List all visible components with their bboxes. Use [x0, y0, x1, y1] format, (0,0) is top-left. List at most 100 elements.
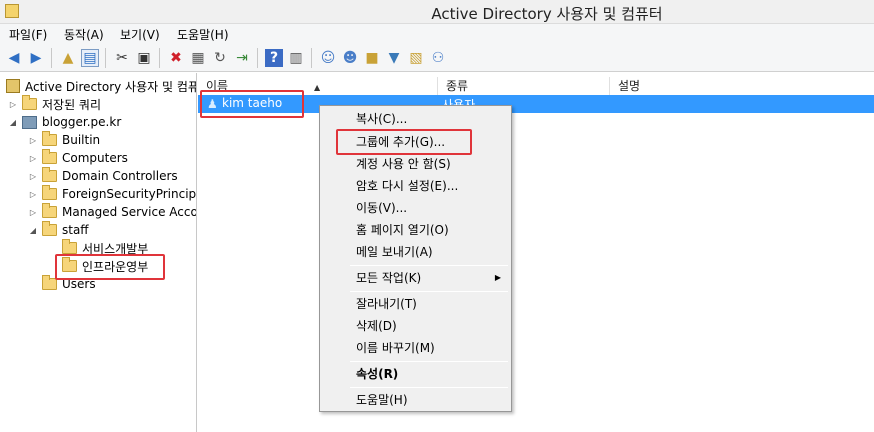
- expand-icon[interactable]: ▷: [28, 172, 38, 181]
- details-list: 이름 ▲ 종류 설명 ♟ kim taeho 사용자: [198, 73, 874, 432]
- folder-icon: [42, 275, 57, 290]
- new-group-icon[interactable]: ☻: [341, 49, 359, 67]
- window-title: Active Directory 사용자 및 컴퓨터: [431, 5, 663, 23]
- menu-separator: [350, 387, 508, 388]
- tree-item-builtin[interactable]: ▷ Builtin: [28, 131, 100, 149]
- copy-icon[interactable]: ▣: [135, 49, 153, 67]
- filter-icon[interactable]: ▼: [385, 49, 403, 67]
- expand-icon[interactable]: ▷: [28, 136, 38, 145]
- active-directory-icon: [6, 79, 20, 93]
- user-icon: ♟: [207, 97, 218, 111]
- context-menu: 복사(C)... 그룹에 추가(G)... 계정 사용 안 함(S) 암호 다시…: [319, 105, 512, 412]
- menu-item-cut[interactable]: 잘라내기(T): [320, 293, 511, 315]
- tree-item-users[interactable]: Users: [42, 275, 96, 293]
- up-folder-icon[interactable]: ▲: [59, 49, 77, 67]
- menu-view[interactable]: 보기(V): [120, 26, 160, 43]
- mmc-icon[interactable]: ▥: [287, 49, 305, 67]
- new-user-icon[interactable]: ☺: [319, 49, 337, 67]
- new-ou-icon[interactable]: ■: [363, 49, 381, 67]
- folder-icon: [22, 95, 37, 110]
- folder-icon: [42, 131, 57, 146]
- menu-item-add-to-group[interactable]: 그룹에 추가(G)...: [320, 131, 511, 153]
- tree-item-computers[interactable]: ▷ Computers: [28, 149, 128, 167]
- folder-icon: [42, 221, 57, 236]
- toolbar: ◀ ▶ ▲ ▤ ✂ ▣ ✖ ▦ ↻ ⇥ ? ▥ ☺ ☻ ■ ▼ ▧ ⚇: [0, 44, 874, 72]
- folder-icon: [62, 239, 77, 254]
- column-header-label: 종류: [446, 79, 469, 93]
- folder-icon: [42, 167, 57, 182]
- toolbar-separator: [311, 48, 312, 68]
- menu-item-send-mail[interactable]: 메일 보내기(A): [320, 241, 511, 263]
- tree-item-infra-ops[interactable]: 인프라운영부: [62, 257, 148, 275]
- column-header-description[interactable]: 설명: [610, 77, 874, 95]
- tree-item-root[interactable]: Active Directory 사용자 및 컴퓨터: [6, 77, 196, 95]
- tree-item-label: staff: [62, 223, 89, 237]
- tree-item-label: ForeignSecurityPrincipals: [62, 187, 197, 201]
- column-header-type[interactable]: 종류: [438, 77, 610, 95]
- menu-help[interactable]: 도움말(H): [177, 26, 229, 43]
- properties-icon[interactable]: ▦: [189, 49, 207, 67]
- tree-item-label: Managed Service Accounts: [62, 205, 197, 219]
- folder-icon: [42, 203, 57, 218]
- column-header-name[interactable]: 이름 ▲: [198, 77, 438, 95]
- row-name: kim taeho: [222, 96, 283, 110]
- domain-icon: [22, 115, 37, 129]
- menu-item-copy[interactable]: 복사(C)...: [320, 108, 511, 130]
- help-icon[interactable]: ?: [265, 49, 283, 67]
- refresh-icon[interactable]: ↻: [211, 49, 229, 67]
- find-icon[interactable]: ▧: [407, 49, 425, 67]
- add-to-group-icon[interactable]: ⚇: [429, 49, 447, 67]
- expand-icon[interactable]: ▷: [8, 100, 18, 109]
- folder-icon: [42, 185, 57, 200]
- delete-icon[interactable]: ✖: [167, 49, 185, 67]
- tree-item-foreign-security-principals[interactable]: ▷ ForeignSecurityPrincipals: [28, 185, 197, 203]
- tree-item-domain-controllers[interactable]: ▷ Domain Controllers: [28, 167, 178, 185]
- menu-item-all-tasks[interactable]: 모든 작업(K) ▶: [320, 267, 511, 289]
- menu-file[interactable]: 파일(F): [9, 26, 47, 43]
- tree-item-domain[interactable]: ◢ blogger.pe.kr: [8, 113, 121, 131]
- cut-icon[interactable]: ✂: [113, 49, 131, 67]
- back-arrow-icon[interactable]: ◀: [5, 49, 23, 67]
- tree-item-label: Domain Controllers: [62, 169, 178, 183]
- menu-item-reset-password[interactable]: 암호 다시 설정(E)...: [320, 175, 511, 197]
- menu-separator: [350, 361, 508, 362]
- collapse-icon[interactable]: ◢: [28, 226, 38, 235]
- tree-item-label: 저장된 쿼리: [42, 97, 102, 112]
- menu-item-disable-account[interactable]: 계정 사용 안 함(S): [320, 153, 511, 175]
- list-row-selected[interactable]: ♟ kim taeho 사용자: [198, 95, 874, 113]
- toolbar-separator: [105, 48, 106, 68]
- menu-action[interactable]: 동작(A): [64, 26, 104, 43]
- menu-item-move[interactable]: 이동(V)...: [320, 197, 511, 219]
- title-bar: Active Directory 사용자 및 컴퓨터: [0, 0, 874, 24]
- collapse-icon[interactable]: ◢: [8, 118, 18, 127]
- menu-item-properties[interactable]: 속성(R): [320, 363, 511, 385]
- submenu-arrow-icon: ▶: [494, 273, 501, 282]
- tree-item-label: blogger.pe.kr: [42, 115, 122, 129]
- menu-item-open-home-page[interactable]: 홈 페이지 열기(O): [320, 219, 511, 241]
- expand-icon[interactable]: ▷: [28, 208, 38, 217]
- toolbar-separator: [159, 48, 160, 68]
- tree-item-managed-service-accounts[interactable]: ▷ Managed Service Accounts: [28, 203, 197, 221]
- console-tree: Active Directory 사용자 및 컴퓨터 ▷ 저장된 쿼리 ◢ bl…: [0, 73, 197, 432]
- menu-item-delete[interactable]: 삭제(D): [320, 315, 511, 337]
- menu-separator: [350, 265, 508, 266]
- forward-arrow-icon[interactable]: ▶: [27, 49, 45, 67]
- tree-item-service-dev[interactable]: 서비스개발부: [62, 239, 148, 257]
- menu-item-rename[interactable]: 이름 바꾸기(M): [320, 337, 511, 359]
- export-icon[interactable]: ⇥: [233, 49, 251, 67]
- column-header-label: 이름: [206, 79, 229, 93]
- folder-icon: [62, 257, 77, 272]
- tree-item-label: Builtin: [62, 133, 101, 147]
- expand-icon[interactable]: ▷: [28, 154, 38, 163]
- menu-item-label: 모든 작업(K): [356, 271, 422, 285]
- tree-item-label: 서비스개발부: [82, 241, 149, 256]
- tree-item-saved-queries[interactable]: ▷ 저장된 쿼리: [8, 95, 101, 113]
- tree-item-label: Users: [62, 277, 96, 291]
- toolbar-separator: [257, 48, 258, 68]
- expand-icon[interactable]: ▷: [28, 190, 38, 199]
- tree-item-staff[interactable]: ◢ staff: [28, 221, 89, 239]
- menu-separator: [350, 291, 508, 292]
- console-tree-icon[interactable]: ▤: [81, 49, 99, 67]
- menu-item-help[interactable]: 도움말(H): [320, 389, 511, 411]
- tree-item-label: Computers: [62, 151, 128, 165]
